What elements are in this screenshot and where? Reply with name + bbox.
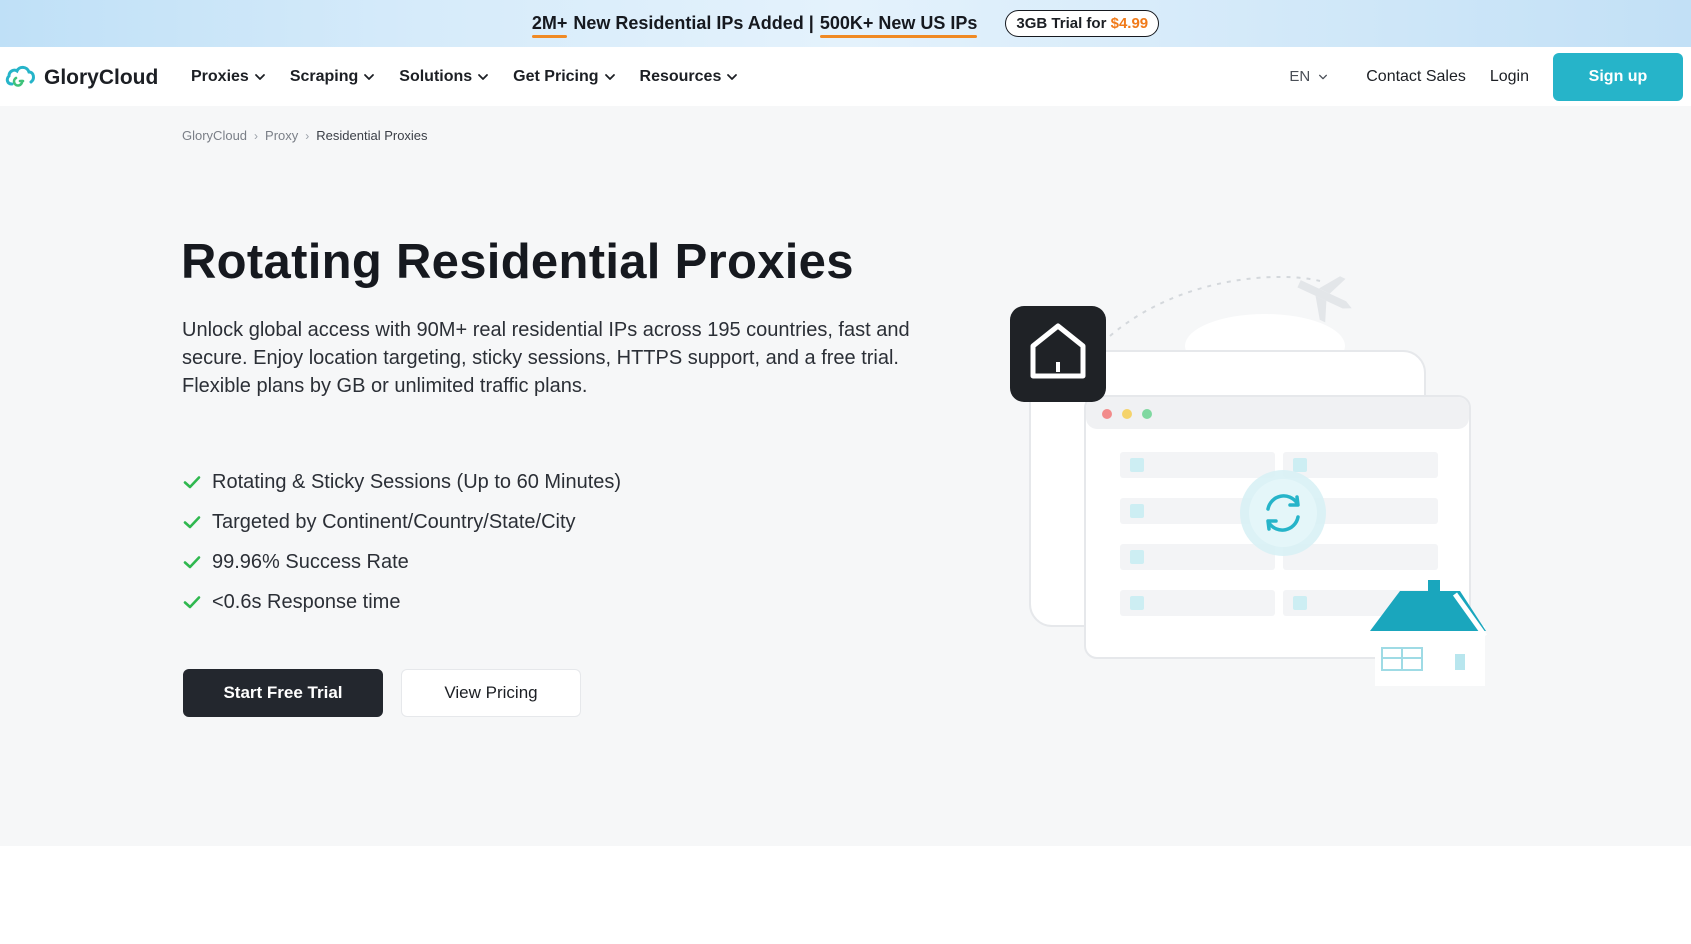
home-icon <box>1010 306 1106 402</box>
feature-text: Rotating & Sticky Sessions (Up to 60 Min… <box>212 470 622 493</box>
trial-offer-badge[interactable]: 3GB Trial for $4.99 <box>1005 10 1160 37</box>
feature-item: <0.6s Response time <box>182 582 621 622</box>
chevron-right-icon: › <box>254 128 259 143</box>
menu-solutions[interactable]: Solutions <box>399 68 489 86</box>
signup-button[interactable]: Sign up <box>1553 52 1683 101</box>
breadcrumb-proxy[interactable]: Proxy <box>265 128 298 143</box>
refresh-icon <box>1240 470 1326 556</box>
menu-proxies[interactable]: Proxies <box>191 68 266 86</box>
menu-label: Proxies <box>191 67 249 85</box>
check-icon <box>183 596 201 609</box>
login-link[interactable]: Login <box>1490 68 1529 86</box>
breadcrumb-home[interactable]: GloryCloud <box>182 128 247 143</box>
menu-get-pricing[interactable]: Get Pricing <box>513 68 615 86</box>
promo-text: 2M+ New Residential IPs Added | 500K+ Ne… <box>531 13 978 38</box>
promo-middle-text: New Residential IPs Added | <box>573 13 814 33</box>
chevron-down-icon <box>478 73 489 80</box>
breadcrumb-current: Residential Proxies <box>316 128 428 143</box>
page-title: Rotating Residential Proxies <box>181 235 854 289</box>
brand-logo[interactable]: GloryCloud <box>4 62 158 93</box>
menu-label: Scraping <box>289 67 359 85</box>
menu-label: Solutions <box>399 67 473 85</box>
chevron-down-icon <box>254 73 265 80</box>
feature-item: Targeted by Continent/Country/State/City <box>182 502 621 542</box>
trial-price: $4.99 <box>1110 15 1149 32</box>
hero-illustration <box>1010 276 1488 686</box>
feature-text: Targeted by Continent/Country/State/City <box>212 510 576 533</box>
feature-item: 99.96% Success Rate <box>182 542 621 582</box>
feature-text: <0.6s Response time <box>212 590 401 613</box>
check-icon <box>183 476 201 489</box>
hero-description: Unlock global access with 90M+ real resi… <box>182 319 910 397</box>
chevron-down-icon <box>727 73 738 80</box>
chevron-right-icon: › <box>305 128 310 143</box>
brand-name: GloryCloud <box>44 65 159 89</box>
chevron-down-icon <box>1319 74 1328 79</box>
breadcrumb: GloryCloud › Proxy › Residential Proxies <box>182 128 428 143</box>
hero-section: GloryCloud › Proxy › Residential Proxies… <box>0 106 1691 846</box>
promo-highlight-us-ips: 500K+ New US IPs <box>819 13 978 38</box>
view-pricing-button[interactable]: View Pricing <box>401 669 581 717</box>
menu-scraping[interactable]: Scraping <box>290 68 375 86</box>
nav-right-actions: EN Contact Sales Login Sign up <box>1289 47 1691 106</box>
language-selector[interactable]: EN <box>1289 68 1328 85</box>
main-menu: Proxies Scraping Solutions Get Pricing R… <box>191 47 738 106</box>
trial-label: 3GB Trial for <box>1016 15 1107 32</box>
feature-item: Rotating & Sticky Sessions (Up to 60 Min… <box>182 462 621 502</box>
promo-banner[interactable]: 2M+ New Residential IPs Added | 500K+ Ne… <box>0 0 1691 47</box>
feature-list: Rotating & Sticky Sessions (Up to 60 Min… <box>182 462 621 622</box>
menu-label: Resources <box>639 67 722 85</box>
check-icon <box>183 556 201 569</box>
top-navbar: GloryCloud Proxies Scraping Solutions Ge… <box>0 47 1691 106</box>
menu-label: Get Pricing <box>513 67 599 85</box>
contact-sales-link[interactable]: Contact Sales <box>1366 68 1466 86</box>
menu-resources[interactable]: Resources <box>640 68 739 86</box>
chevron-down-icon <box>604 73 615 80</box>
start-free-trial-button[interactable]: Start Free Trial <box>183 669 383 717</box>
feature-text: 99.96% Success Rate <box>212 550 409 573</box>
chevron-down-icon <box>364 73 375 80</box>
cloud-logo-icon <box>4 62 36 93</box>
promo-highlight-new-ips: 2M+ <box>531 13 568 38</box>
check-icon <box>183 516 201 529</box>
language-label: EN <box>1289 68 1311 85</box>
